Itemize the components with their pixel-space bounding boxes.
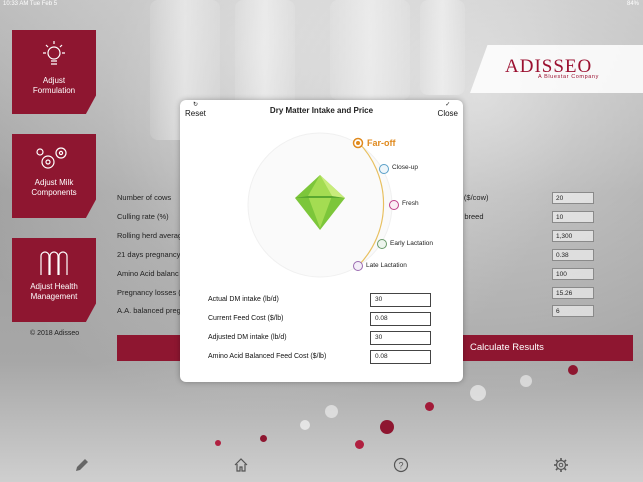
tile-label: Adjust <box>42 76 66 85</box>
stage-late-lactation[interactable]: Late Lactation <box>366 262 407 269</box>
tile-label: Formulation <box>32 86 76 95</box>
form-field[interactable]: 100 <box>552 268 594 280</box>
droplet-decoration <box>425 402 434 411</box>
stage-close-up[interactable]: Close-up <box>392 164 418 171</box>
droplet-decoration <box>520 375 532 387</box>
help-icon[interactable]: ? <box>393 457 409 473</box>
stage-early-lactation[interactable]: Early Lactation <box>390 240 433 247</box>
copyright-text: © 2018 Adisseo <box>30 330 80 337</box>
tile-label: Components <box>31 188 77 197</box>
dry-matter-intake-dialog: ↻ Reset Dry Matter Intake and Price ✓ Cl… <box>180 100 463 382</box>
stage-fresh[interactable]: Fresh <box>402 200 419 207</box>
form-label: Culling rate (%) <box>117 212 169 221</box>
stage-dot-late-lactation <box>353 261 363 271</box>
form-label: Number of cows <box>117 193 172 202</box>
droplet-decoration <box>568 365 578 375</box>
bottle-decoration <box>420 0 465 95</box>
droplet-decoration <box>325 405 338 418</box>
lightbulb-icon <box>43 41 65 65</box>
stage-far-off[interactable]: Far-off <box>367 138 396 148</box>
tile-label: Adjust Health <box>30 282 78 291</box>
pencil-icon[interactable] <box>74 457 90 473</box>
stage-dot-early-lactation <box>377 239 387 249</box>
droplet-decoration <box>380 420 394 434</box>
aa-balanced-feed-cost-input[interactable]: 0.08 <box>370 350 431 364</box>
actual-dm-intake-label: Actual DM intake (lb/d) <box>208 296 279 303</box>
form-field[interactable]: 0.38 <box>552 249 594 261</box>
home-icon[interactable] <box>233 457 249 473</box>
stage-dot-close-up <box>379 164 389 174</box>
form-label: A.A. balanced preg <box>117 306 181 315</box>
tile-label: Adjust Milk <box>34 178 74 187</box>
form-field[interactable]: 1,300 <box>552 230 594 242</box>
svg-text:?: ? <box>398 461 403 471</box>
form-label: Rolling herd averag <box>117 231 183 240</box>
adjust-milk-components-button[interactable]: Adjust Milk Components <box>12 134 96 218</box>
adjusted-dm-intake-label: Adjusted DM intake (lb/d) <box>208 334 287 341</box>
bottle-decoration <box>235 0 295 110</box>
droplet-decoration <box>470 385 486 401</box>
tile-label: Management <box>30 292 78 301</box>
stage-dot-fresh <box>389 200 399 210</box>
droplet-decoration <box>260 435 267 442</box>
form-label: 21 days pregnancy <box>117 250 181 259</box>
lactation-stage-selector <box>247 132 399 278</box>
form-label: Amino Acid balanc <box>117 269 179 278</box>
droplet-decoration <box>215 440 221 446</box>
adjust-health-management-button[interactable]: Adjust Health Management <box>12 238 96 322</box>
brand-tagline: A Bluestar Company <box>538 74 599 80</box>
adjusted-dm-intake-input[interactable]: 30 <box>370 331 431 345</box>
bottle-decoration <box>330 0 410 100</box>
calculate-results-button[interactable]: Calculate Results <box>462 335 633 361</box>
aa-balanced-feed-cost-label: Amino Acid Balanced Feed Cost ($/lb) <box>208 353 327 360</box>
battery-indicator: 84% <box>626 1 639 7</box>
current-feed-cost-input[interactable]: 0.08 <box>370 312 431 326</box>
actual-dm-intake-input[interactable]: 30 <box>370 293 431 307</box>
form-field[interactable]: 15.26 <box>552 287 594 299</box>
current-feed-cost-label: Current Feed Cost ($/lb) <box>208 315 284 322</box>
adjust-formulation-button[interactable]: Adjust Formulation <box>12 30 96 114</box>
form-field[interactable]: 10 <box>552 211 594 223</box>
droplet-decoration <box>300 420 310 430</box>
form-field[interactable]: 20 <box>552 192 594 204</box>
droplet-decoration <box>355 440 364 449</box>
settings-icon[interactable] <box>553 457 569 473</box>
form-field[interactable]: 6 <box>552 305 594 317</box>
form-label: Pregnancy losses ( <box>117 288 181 297</box>
gears-icon <box>36 147 67 169</box>
status-time: 10:33 AM Tue Feb 5 <box>3 1 58 7</box>
status-bar: 10:33 AM Tue Feb 5 84% <box>0 0 643 10</box>
stalls-icon <box>40 251 68 275</box>
calculate-button-edge[interactable] <box>117 335 181 361</box>
